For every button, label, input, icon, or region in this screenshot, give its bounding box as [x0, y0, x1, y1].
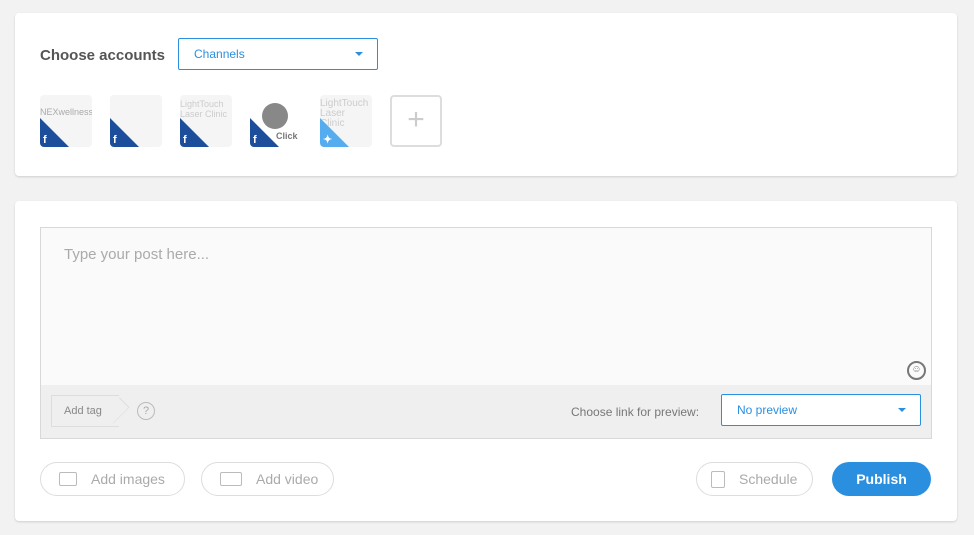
accounts-card: Choose accounts Channels NEXwellness f f …	[15, 13, 957, 176]
add-account-button[interactable]: +	[390, 95, 442, 147]
link-preview-dropdown[interactable]: No preview	[721, 394, 921, 426]
facebook-icon: f	[183, 134, 187, 146]
account-avatar[interactable]: f	[110, 95, 162, 147]
account-logo: Click	[276, 131, 298, 141]
account-avatar[interactable]: LightTouch Laser Clinic f	[180, 95, 232, 147]
account-avatar[interactable]: NEXwellness f	[40, 95, 92, 147]
preview-label: Choose link for preview:	[571, 405, 700, 419]
chevron-down-icon	[355, 52, 363, 56]
account-avatar[interactable]: Click f	[250, 95, 302, 147]
add-tag-button[interactable]: Add tag	[51, 395, 119, 427]
calendar-icon	[711, 470, 725, 488]
account-avatar[interactable]: LightTouch Laser Clinic ✦	[320, 95, 372, 147]
account-logo: NEXwellness	[40, 107, 92, 117]
facebook-icon: f	[113, 134, 117, 146]
image-icon	[59, 472, 77, 486]
chevron-down-icon	[898, 408, 906, 412]
publish-button[interactable]: Publish	[832, 462, 931, 496]
editor-footer: Add tag ? Choose link for preview: No pr…	[41, 385, 931, 438]
account-logo: LightTouch Laser Clinic	[180, 99, 228, 119]
add-images-button[interactable]: Add images	[40, 462, 185, 496]
video-icon	[220, 472, 242, 486]
emoji-icon[interactable]: ☺	[907, 361, 926, 380]
help-icon[interactable]: ?	[137, 402, 155, 420]
post-editor[interactable]: Type your post here... ☺ Add tag ? Choos…	[40, 227, 932, 439]
facebook-icon: f	[253, 134, 257, 146]
schedule-button[interactable]: Schedule	[696, 462, 813, 496]
twitter-icon: ✦	[323, 134, 333, 146]
preview-value: No preview	[737, 403, 798, 417]
add-video-button[interactable]: Add video	[201, 462, 334, 496]
channels-value: Channels	[194, 47, 245, 61]
schedule-label: Schedule	[739, 471, 798, 487]
composer-card: Type your post here... ☺ Add tag ? Choos…	[15, 201, 957, 521]
add-images-label: Add images	[91, 471, 165, 487]
facebook-icon: f	[43, 134, 47, 146]
choose-accounts-label: Choose accounts	[40, 47, 166, 64]
add-video-label: Add video	[256, 471, 319, 487]
channels-dropdown[interactable]: Channels	[178, 38, 378, 70]
post-input[interactable]: Type your post here...	[64, 246, 209, 263]
